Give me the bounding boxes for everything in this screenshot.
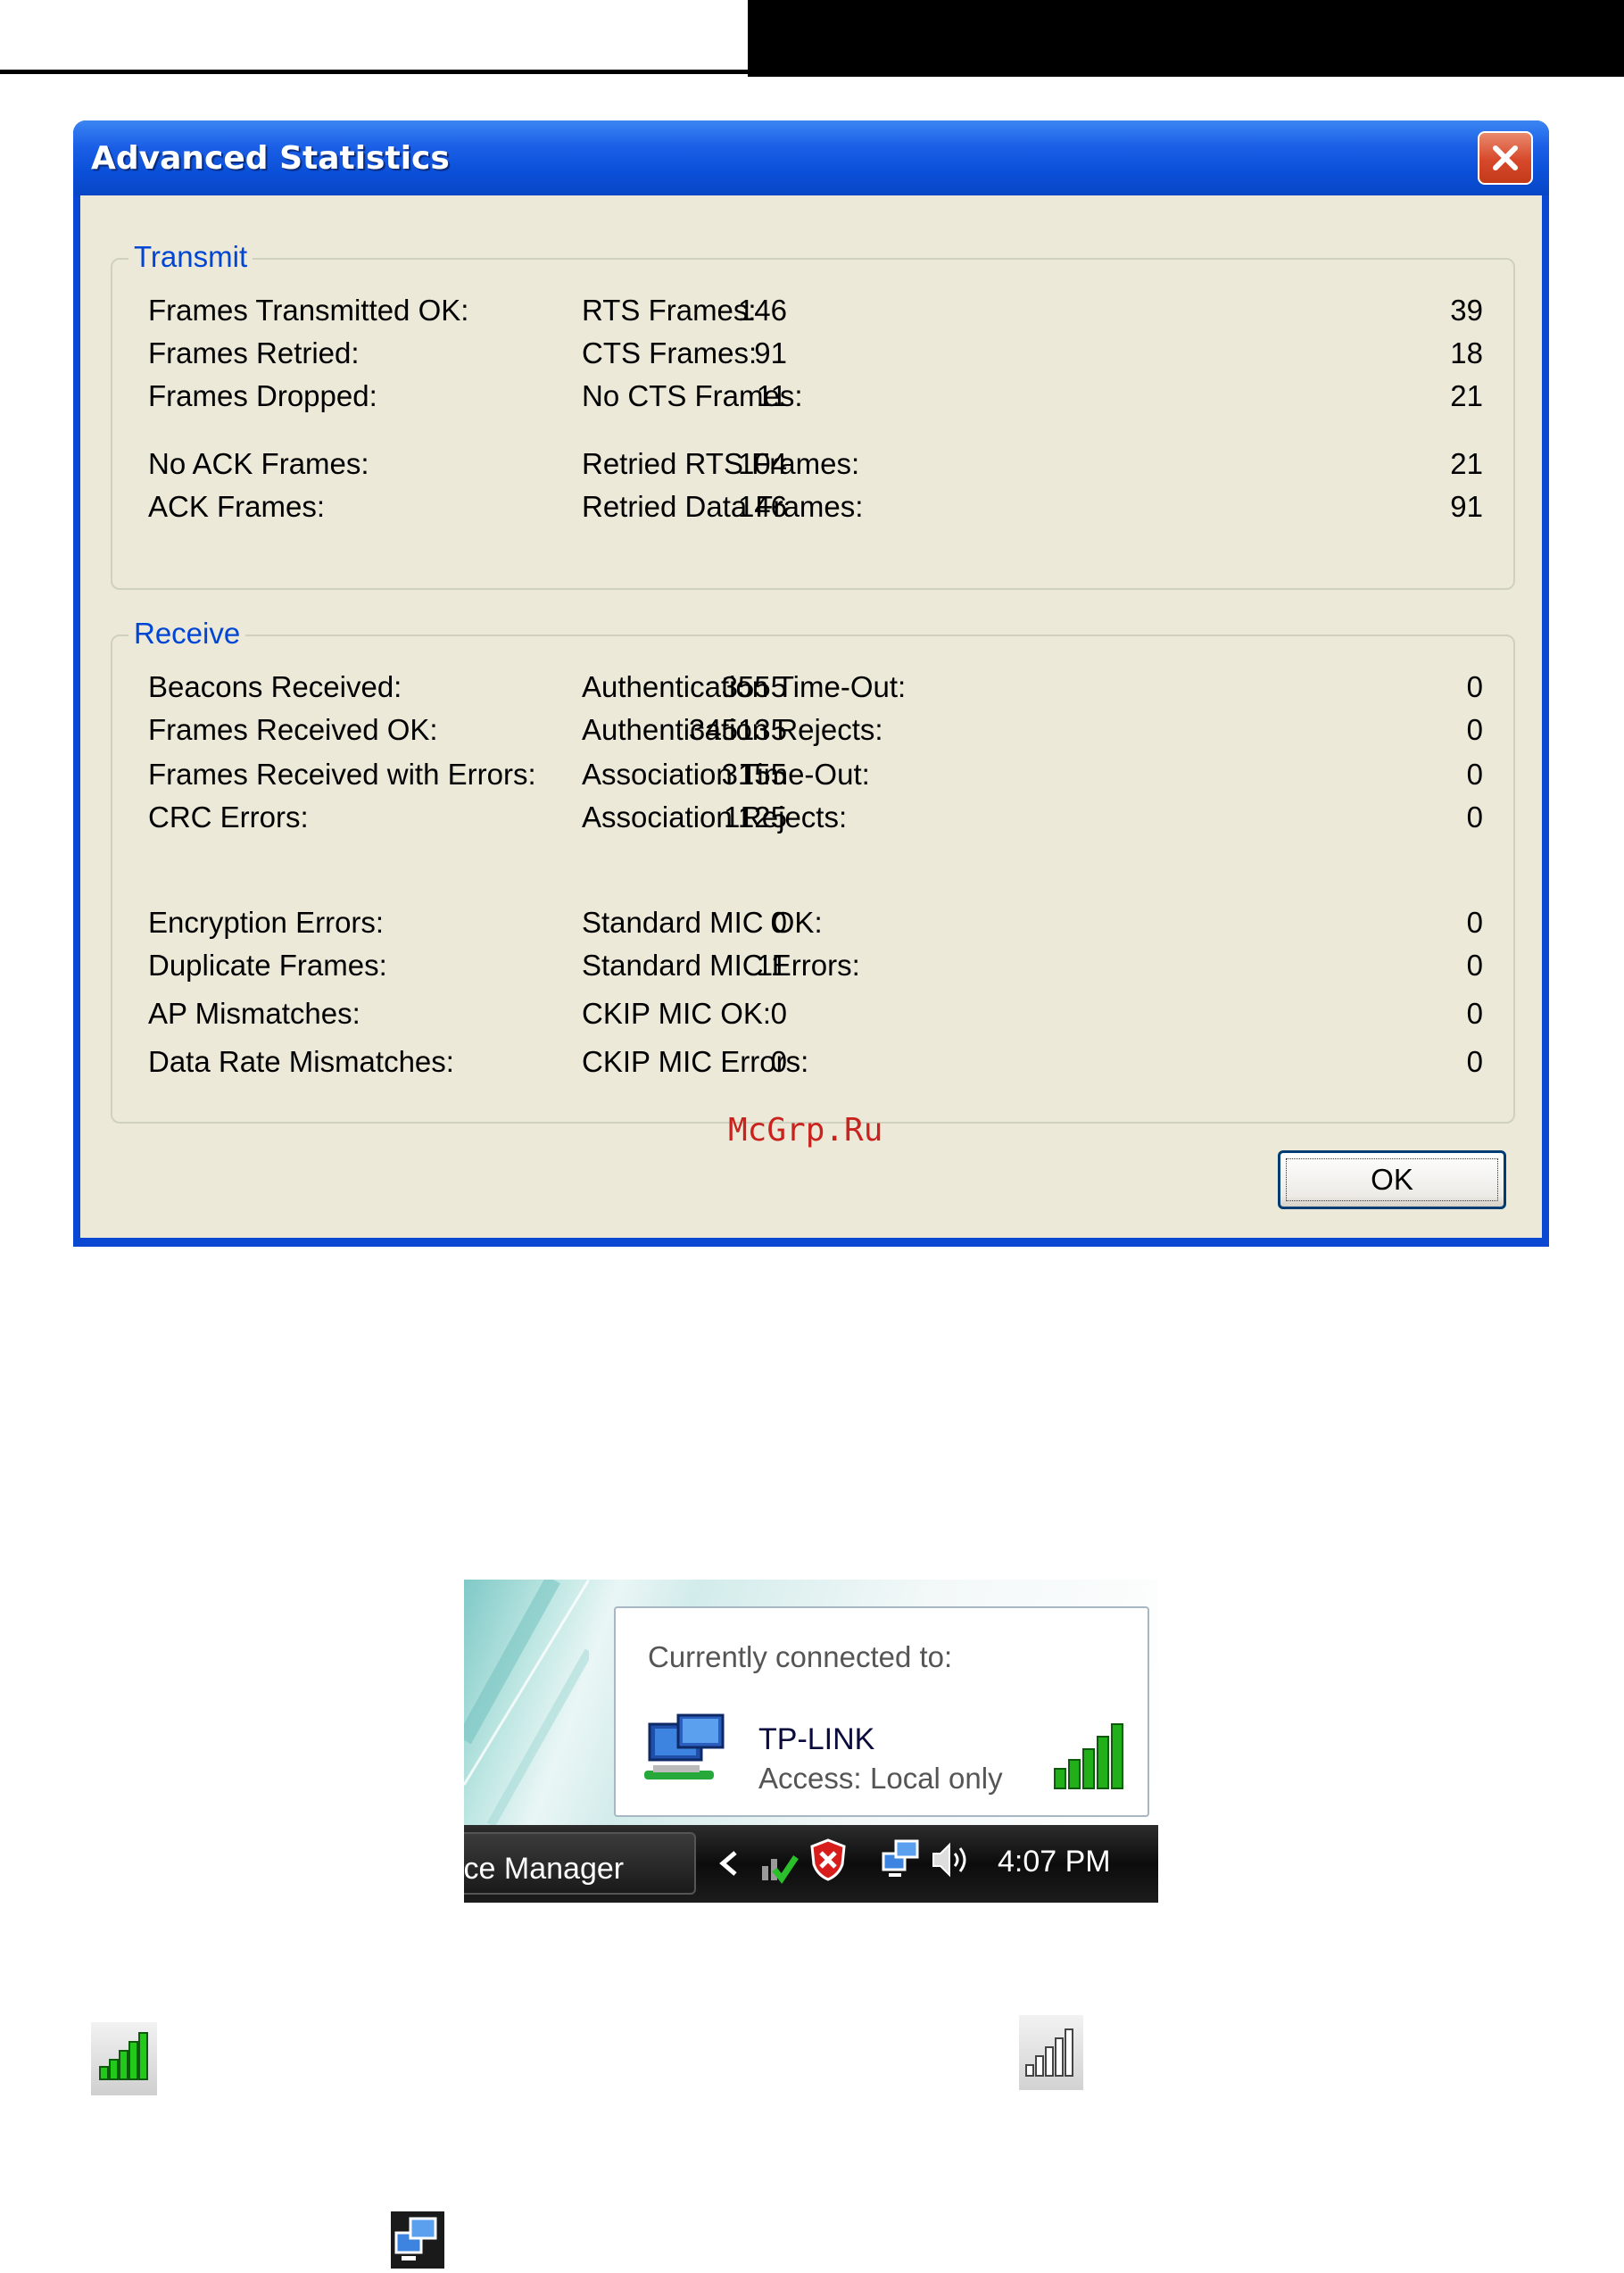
close-icon xyxy=(1493,145,1518,170)
transmit-right-label-4: Retried Data Frames: xyxy=(582,490,864,523)
volume-icon[interactable] xyxy=(930,1839,974,1880)
network-tray-icon[interactable] xyxy=(880,1837,921,1882)
receive-right-value-7: 0 xyxy=(1466,1045,1483,1078)
dialog-client-area: Transmit Frames Transmitted OK: 146 Frames… xyxy=(80,195,1542,1238)
tray-clock[interactable]: 4:07 PM xyxy=(998,1845,1111,1879)
receive-right-label-3: Association Rejects: xyxy=(582,801,848,834)
transmit-right-label-2: No CTS Frames: xyxy=(582,379,803,412)
dialog-title: Advanced Statistics xyxy=(91,140,450,177)
receive-right-value-2: 0 xyxy=(1466,758,1483,791)
transmit-left-label-0: Frames Transmitted OK: xyxy=(148,294,469,327)
receive-right-value-0: 0 xyxy=(1466,670,1483,703)
receive-right-label-2: Association Time-Out: xyxy=(582,758,870,791)
popup-heading: Currently connected to: xyxy=(648,1640,953,1673)
transmit-right-value-4: 91 xyxy=(1450,490,1483,523)
watermark: McGrp.Ru xyxy=(728,1112,883,1149)
signal-none-icon-box xyxy=(1019,2015,1083,2090)
taskbar-button-label: ice Manager xyxy=(464,1852,625,1886)
signal-tray-icon[interactable] xyxy=(758,1839,800,1884)
taskbar: ice Manager 4:07 PM xyxy=(464,1825,1158,1903)
receive-right-value-1: 0 xyxy=(1466,713,1483,746)
taskbar-screenshot: Currently connected to: TP-LINK Access: … xyxy=(464,1580,1158,1903)
transmit-right-value-0: 39 xyxy=(1450,294,1483,327)
transmit-left-label-4: ACK Frames: xyxy=(148,490,326,523)
title-bar[interactable]: Advanced Statistics xyxy=(73,120,1549,195)
receive-right-label-5: Standard MIC Errors: xyxy=(582,949,860,982)
transmit-left-label-3: No ACK Frames: xyxy=(148,447,369,480)
receive-left-label-0: Beacons Received: xyxy=(148,670,402,703)
access-value: Local only xyxy=(870,1762,1003,1795)
receive-left-label-5: Duplicate Frames: xyxy=(148,949,387,982)
arrow-left-icon[interactable] xyxy=(717,1850,741,1877)
transmit-right-value-1: 18 xyxy=(1450,336,1483,369)
transmit-right-value-2: 21 xyxy=(1450,379,1483,412)
receive-left-label-2: Frames Received with Errors: xyxy=(148,758,536,791)
close-button[interactable] xyxy=(1478,131,1533,185)
transmit-legend: Transmit xyxy=(128,240,253,274)
ok-button-label: OK xyxy=(1371,1163,1413,1196)
receive-right-label-7: CKIP MIC Errors: xyxy=(582,1045,809,1078)
connection-popup[interactable]: Currently connected to: TP-LINK Access: … xyxy=(614,1606,1149,1817)
receive-left-label-1: Frames Received OK: xyxy=(148,713,438,746)
receive-right-value-5: 0 xyxy=(1466,949,1483,982)
network-computer-icon xyxy=(644,1713,725,1779)
header-band xyxy=(748,0,1624,77)
receive-right-label-4: Standard MIC OK: xyxy=(582,906,823,939)
transmit-right-label-1: CTS Frames: xyxy=(582,336,758,369)
receive-left-label-6: AP Mismatches: xyxy=(148,997,360,1030)
transmit-right-label-3: Retried RTS Frames: xyxy=(582,447,860,480)
transmit-left-label-2: Frames Dropped: xyxy=(148,379,377,412)
signal-strength-icon xyxy=(1054,1723,1123,1789)
receive-left-label-7: Data Rate Mismatches: xyxy=(148,1045,454,1078)
receive-left-label-4: Encryption Errors: xyxy=(148,906,385,939)
receive-right-label-0: Authentication Time-Out: xyxy=(582,670,907,703)
receive-right-value-3: 0 xyxy=(1466,801,1483,834)
signal-full-icon-box xyxy=(91,2022,157,2095)
advanced-statistics-dialog: Advanced Statistics Transmit Frames Tran… xyxy=(73,120,1549,1247)
receive-right-label-1: Authentication Rejects: xyxy=(582,713,883,746)
receive-right-value-6: 0 xyxy=(1466,997,1483,1030)
transmit-left-label-1: Frames Retried: xyxy=(148,336,360,369)
signal-full-icon xyxy=(99,2032,148,2080)
receive-left-label-3: CRC Errors: xyxy=(148,801,309,834)
network-name: TP-LINK xyxy=(758,1722,875,1756)
taskbar-button-device-manager[interactable]: ice Manager xyxy=(464,1832,696,1895)
header-rule xyxy=(0,70,748,74)
shield-error-icon[interactable] xyxy=(808,1837,848,1882)
ok-button[interactable]: OK xyxy=(1278,1150,1506,1209)
transmit-right-label-0: RTS Frames: xyxy=(582,294,757,327)
signal-none-icon xyxy=(1025,2028,1073,2077)
network-connected-icon xyxy=(394,2217,437,2261)
transmit-right-value-3: 21 xyxy=(1450,447,1483,480)
network-connected-icon-box xyxy=(391,2211,444,2269)
receive-legend: Receive xyxy=(128,617,246,651)
access-label: Access: xyxy=(758,1762,862,1795)
receive-right-label-6: CKIP MIC OK: xyxy=(582,997,772,1030)
receive-right-value-4: 0 xyxy=(1466,906,1483,939)
